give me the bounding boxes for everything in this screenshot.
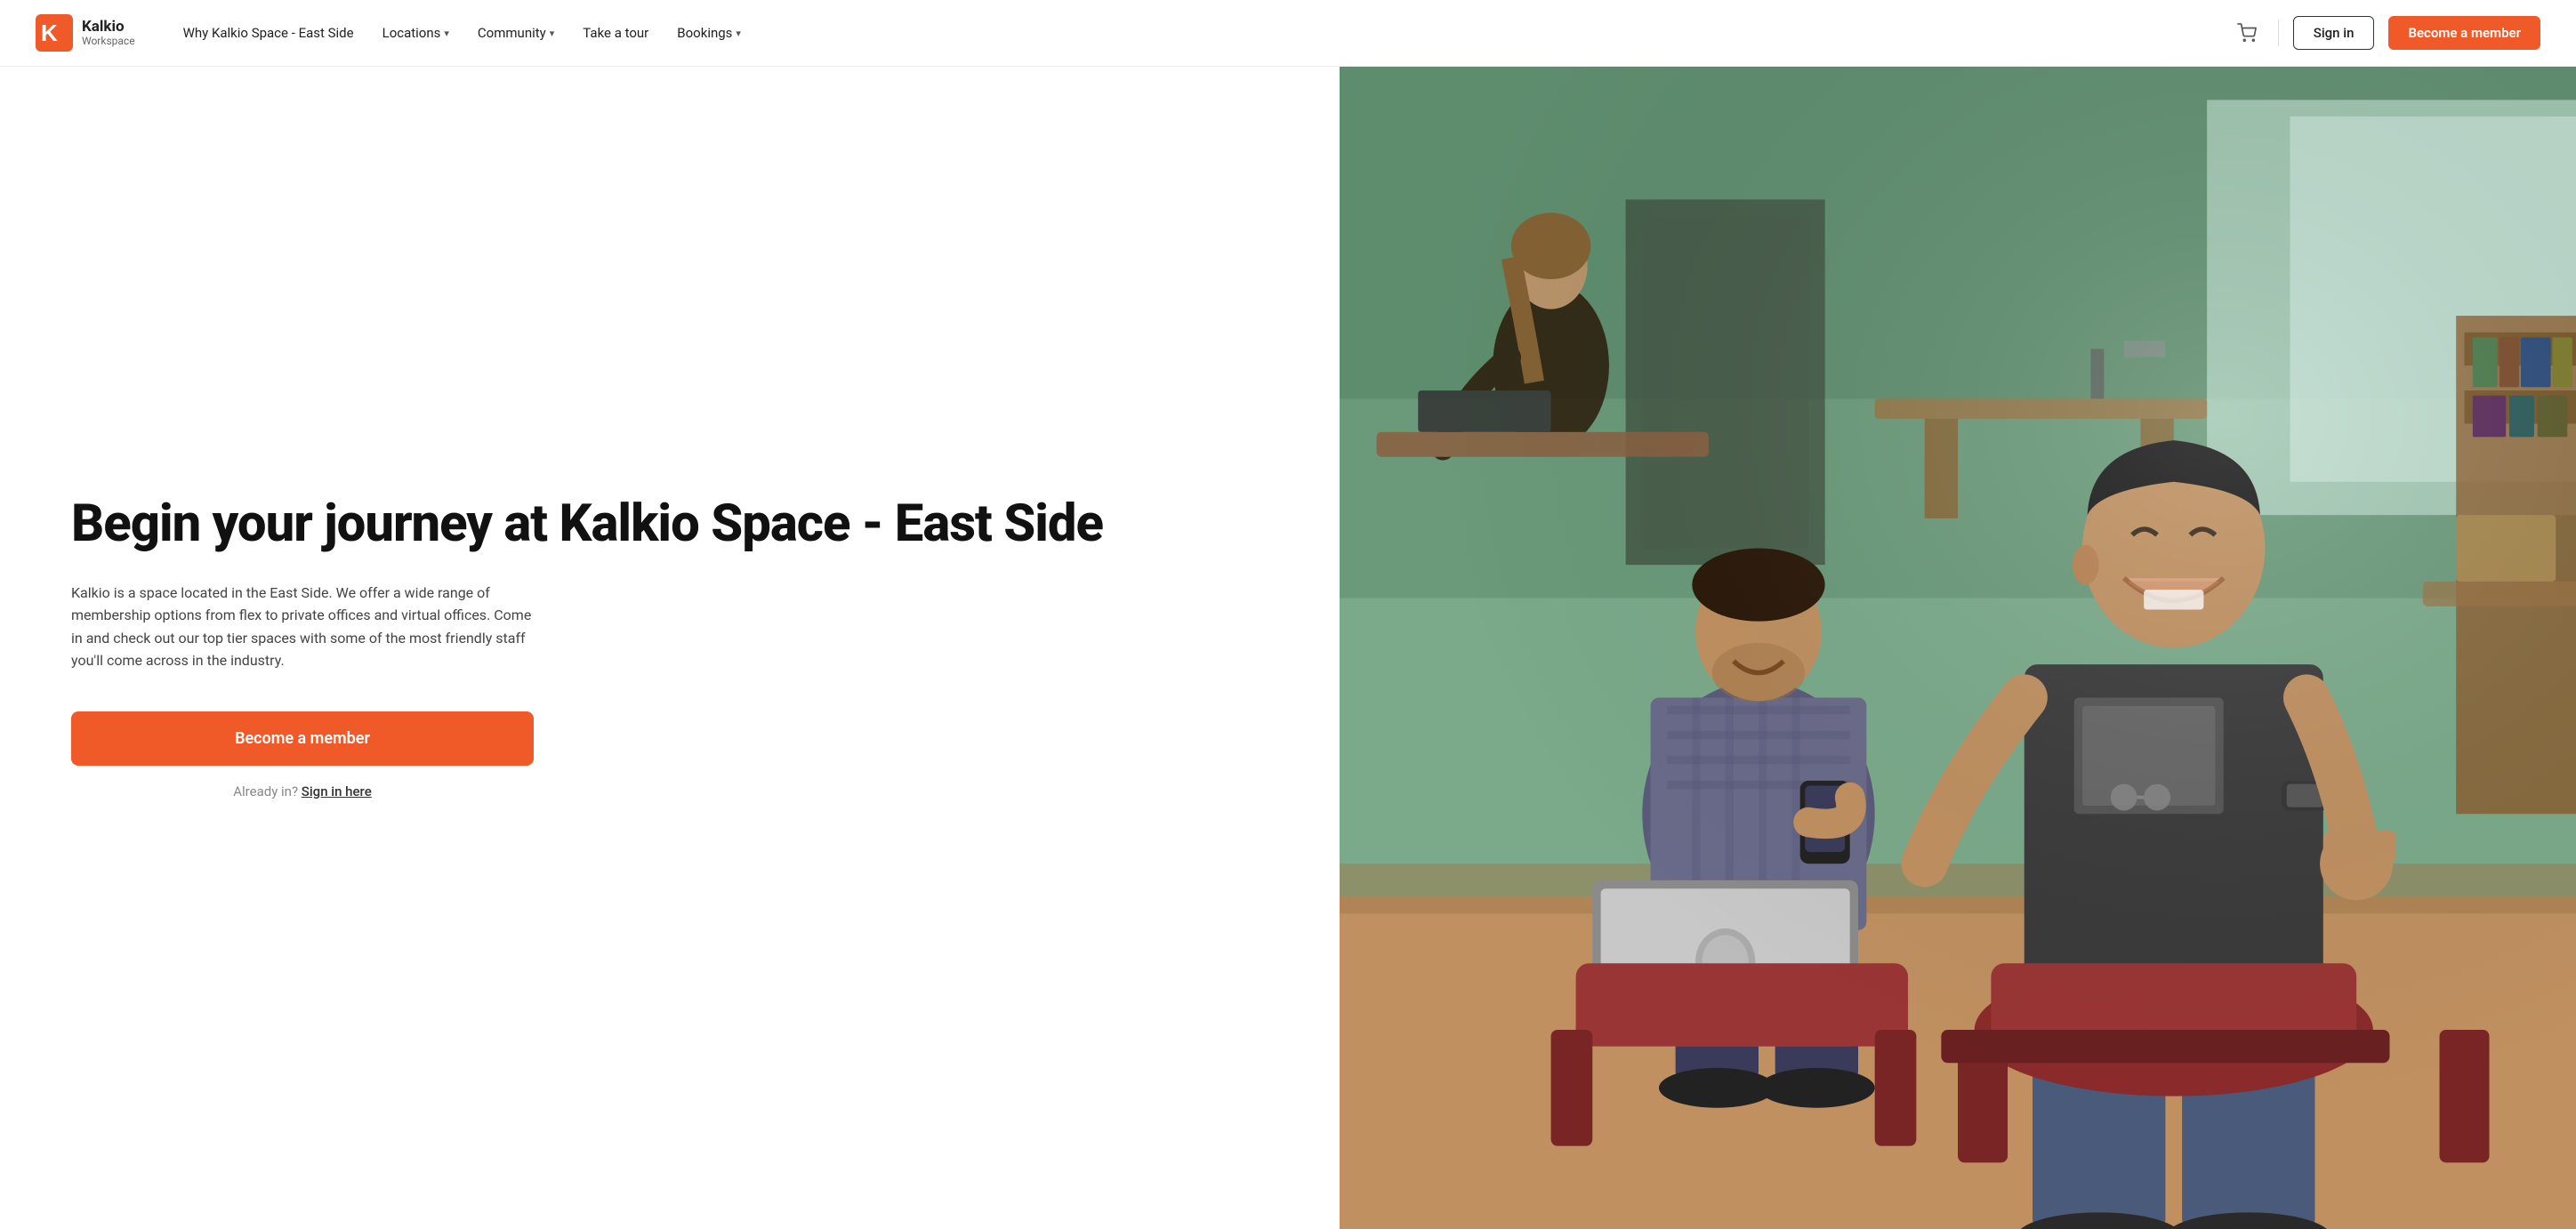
nav-tour[interactable]: Take a tour (570, 18, 661, 48)
logo-link[interactable]: K Kalkio Workspace (36, 14, 135, 52)
sign-in-link[interactable]: Sign in here (302, 783, 372, 799)
become-member-hero-button[interactable]: Become a member (71, 711, 534, 766)
already-in-text: Already in? Sign in here (71, 783, 534, 799)
cart-icon (2237, 23, 2257, 43)
nav-divider (2278, 20, 2279, 46)
kalkio-logo-icon: K (36, 14, 73, 52)
signin-button[interactable]: Sign in (2293, 16, 2375, 50)
nav-right-actions: Sign in Become a member (2230, 16, 2540, 50)
nav-why[interactable]: Why Kalkio Space - East Side (171, 18, 366, 48)
hero-section: Begin your journey at Kalkio Space - Eas… (0, 67, 2576, 1229)
nav-community[interactable]: Community ▾ (465, 18, 567, 48)
nav-links: Why Kalkio Space - East Side Locations ▾… (171, 18, 2230, 48)
nav-bookings[interactable]: Bookings ▾ (664, 18, 753, 48)
hero-photo (1340, 67, 2576, 1229)
become-member-nav-button[interactable]: Become a member (2388, 16, 2540, 50)
hero-left-content: Begin your journey at Kalkio Space - Eas… (0, 67, 1340, 1229)
scene-illustration (1340, 67, 2576, 1229)
bookings-chevron-icon: ▾ (736, 28, 741, 39)
hero-right-image (1340, 67, 2576, 1229)
hero-heading: Begin your journey at Kalkio Space - Eas… (71, 496, 1268, 553)
cart-button[interactable] (2230, 16, 2264, 50)
svg-text:K: K (41, 20, 58, 46)
nav-locations[interactable]: Locations ▾ (370, 18, 462, 48)
brand-name: Kalkio (82, 19, 135, 36)
community-chevron-icon: ▾ (550, 28, 555, 39)
logo-text: Kalkio Workspace (82, 19, 135, 47)
brand-sub: Workspace (82, 36, 135, 47)
navbar: K Kalkio Workspace Why Kalkio Space - Ea… (0, 0, 2576, 67)
locations-chevron-icon: ▾ (444, 28, 449, 39)
hero-description: Kalkio is a space located in the East Si… (71, 582, 534, 672)
